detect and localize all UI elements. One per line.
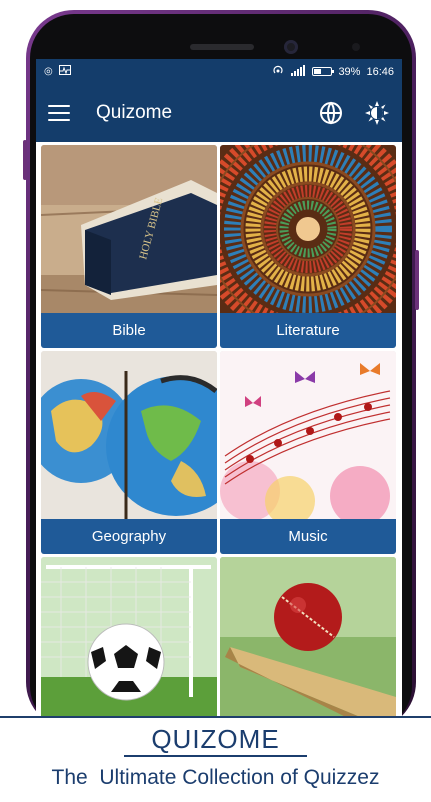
category-tile-bible[interactable]: HOLY BIBLE Bible	[41, 145, 217, 348]
clock: 16:46	[366, 65, 394, 78]
brightness-icon[interactable]	[364, 100, 390, 126]
category-tile-music[interactable]: Music	[220, 351, 396, 554]
activity-icon	[58, 65, 71, 78]
hotspot-icon	[272, 64, 284, 79]
app-bar: Quizome	[36, 84, 402, 142]
app-title: Quizome	[96, 102, 173, 123]
category-tile-cricket[interactable]	[220, 557, 396, 730]
category-tile-geography[interactable]: Geography	[41, 351, 217, 554]
battery-percent: 39%	[338, 65, 361, 78]
category-label: Bible	[41, 313, 217, 348]
category-label: Geography	[41, 519, 217, 554]
proximity-sensor	[352, 43, 360, 51]
phone-speaker	[190, 44, 254, 50]
phone-side-button	[23, 140, 27, 180]
globe-icon[interactable]	[318, 100, 344, 126]
bible-image: HOLY BIBLE	[41, 145, 217, 313]
signal-icon	[290, 64, 306, 79]
phone-volume-button	[415, 250, 419, 310]
hamburger-menu-icon[interactable]	[48, 105, 70, 121]
promo-banner: QUIZOME The Ultimate Collection of Quizz…	[0, 716, 431, 802]
category-label: Music	[220, 519, 396, 554]
category-tile-football[interactable]	[41, 557, 217, 730]
banner-subtitle: The Ultimate Collection of Quizzez	[51, 766, 380, 789]
cricket-image	[220, 557, 396, 730]
category-label: Literature	[220, 313, 396, 348]
banner-divider	[124, 755, 307, 757]
app-screen: ◎ 39% 16:46 Quizome HOLY BIBLE Bible Lit…	[36, 59, 402, 730]
category-tile-literature[interactable]: Literature	[220, 145, 396, 348]
status-bar: ◎ 39% 16:46	[36, 59, 402, 84]
geography-image	[41, 351, 217, 519]
music-image	[220, 351, 396, 519]
front-camera	[284, 40, 298, 54]
banner-title: QUIZOME	[151, 724, 280, 754]
battery-icon	[312, 67, 335, 76]
category-grid: HOLY BIBLE Bible Literature Geography Mu…	[36, 142, 402, 730]
literature-image	[220, 145, 396, 313]
circle-notification-icon: ◎	[44, 66, 53, 77]
football-image	[41, 557, 217, 730]
